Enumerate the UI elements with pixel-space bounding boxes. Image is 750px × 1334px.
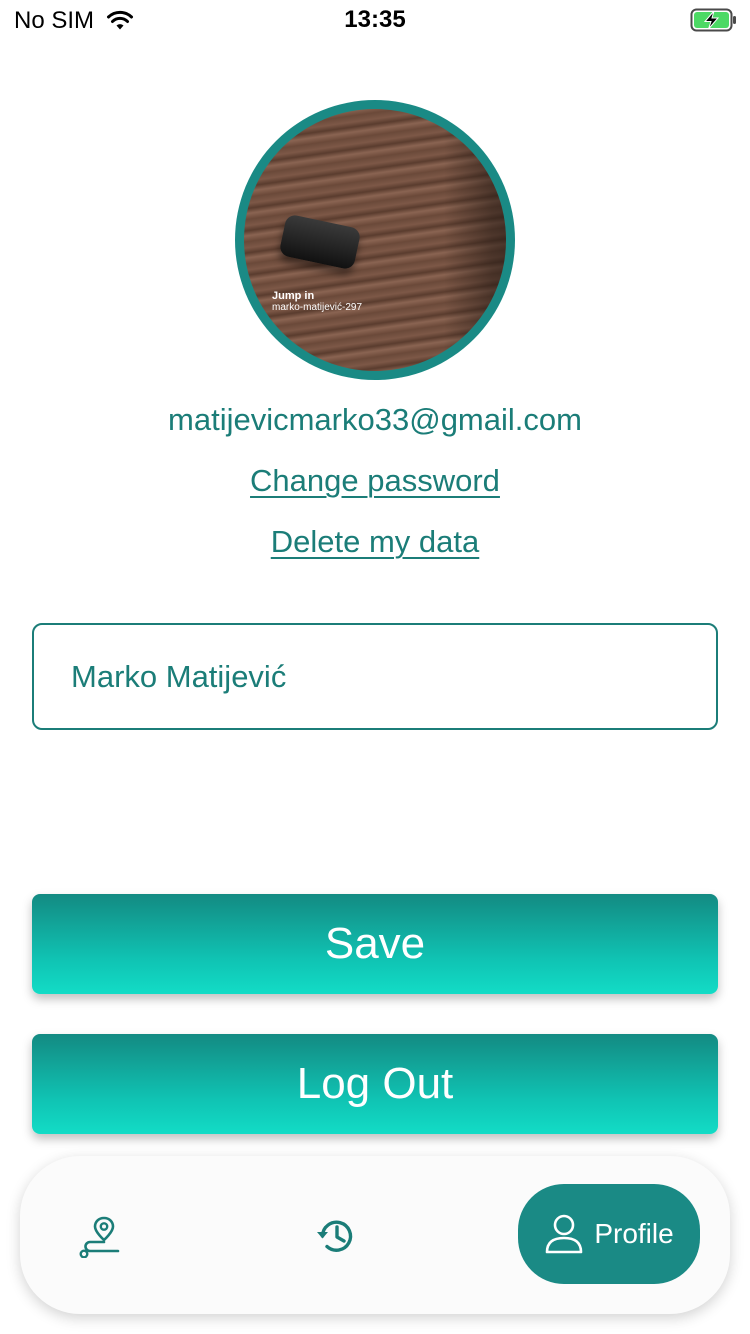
nav-item-history[interactable]: [306, 1206, 366, 1266]
name-input[interactable]: [32, 623, 718, 730]
avatar-photo: Jump in marko-matijević-297: [244, 109, 506, 371]
avatar[interactable]: Jump in marko-matijević-297: [235, 100, 515, 380]
history-icon: [317, 1220, 353, 1252]
user-email: matijevicmarko33@gmail.com: [168, 402, 582, 437]
avatar-caption-username: marko-matijević-297: [272, 302, 363, 313]
avatar-caption-title: Jump in: [272, 290, 315, 302]
logout-button[interactable]: Log Out: [32, 1034, 718, 1134]
nav-item-routes[interactable]: [70, 1206, 130, 1266]
avatar-photo-shadow: [444, 109, 506, 371]
delete-data-link[interactable]: Delete my data: [0, 524, 750, 560]
battery-charging-icon: [690, 8, 736, 32]
route-pin-icon: [79, 1216, 120, 1258]
nav-item-profile[interactable]: Profile: [518, 1184, 700, 1284]
change-password-link[interactable]: Change password: [0, 463, 750, 499]
user-icon: [546, 1214, 583, 1254]
avatar-photo-object: [278, 213, 362, 271]
save-button[interactable]: Save: [32, 894, 718, 994]
status-bar: No SIM 13:35: [0, 0, 750, 40]
nav-item-profile-label: Profile: [594, 1218, 674, 1249]
clock: 13:35: [344, 6, 406, 33]
bottom-nav: Profile: [20, 1156, 730, 1314]
